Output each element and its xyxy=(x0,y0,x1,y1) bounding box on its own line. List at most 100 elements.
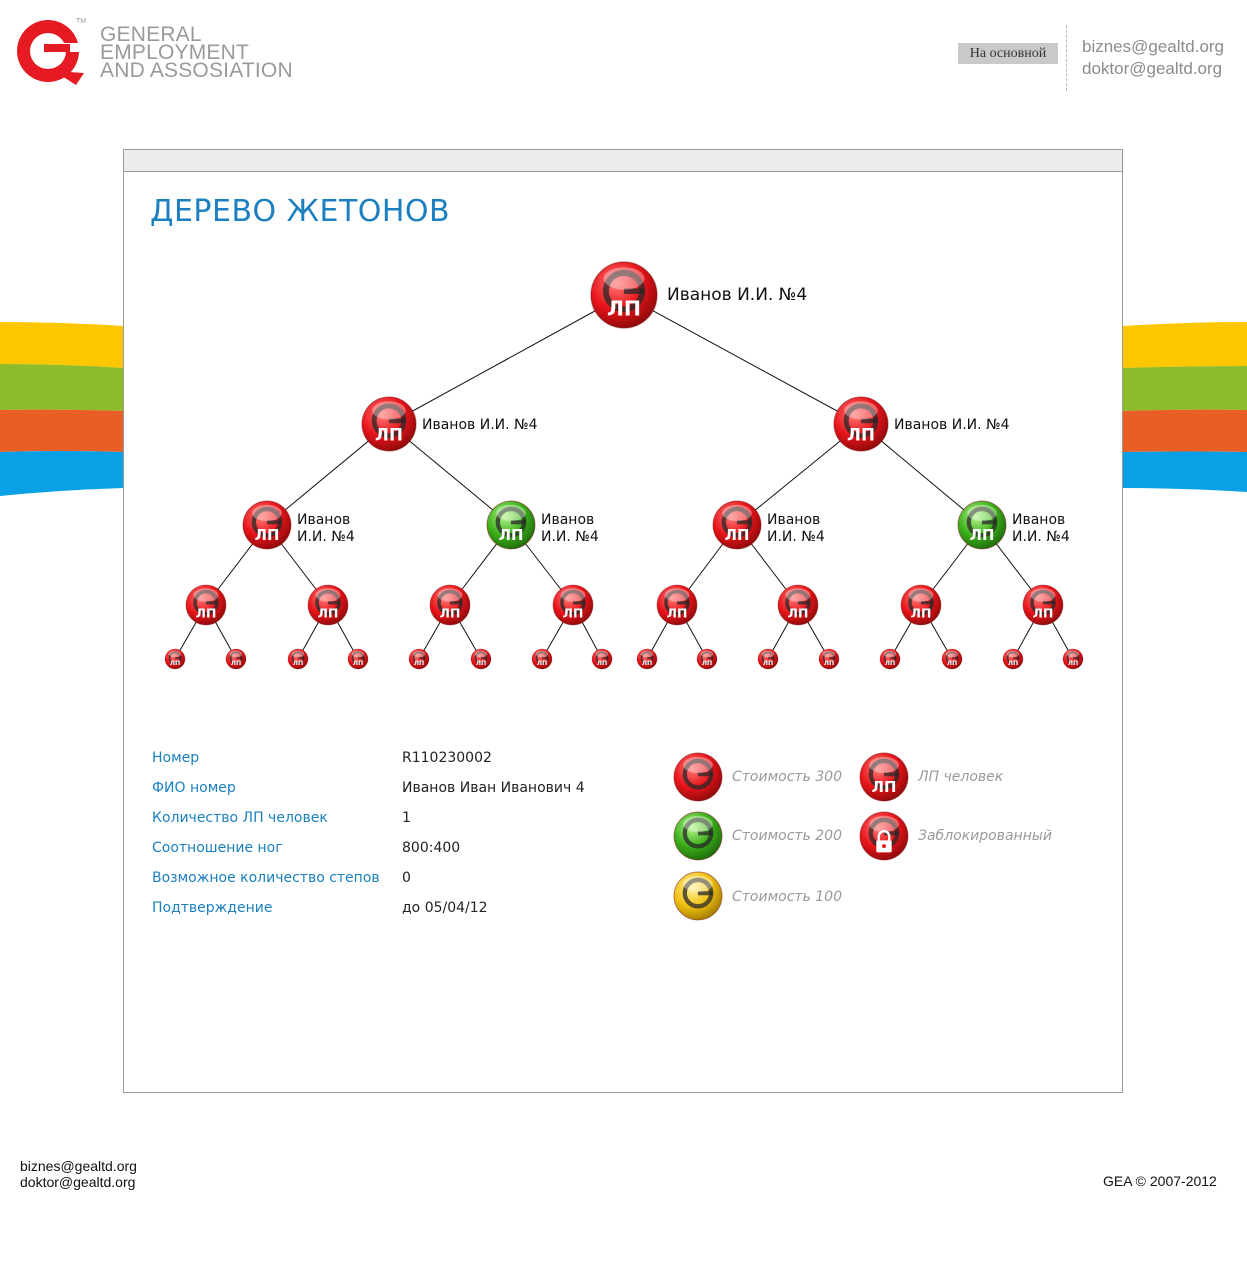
legend-text-cost-100: Стоимость 100 xyxy=(732,889,842,905)
token-lp-text: ЛП xyxy=(414,660,424,667)
token-lp-text: ЛП xyxy=(970,526,995,544)
main-panel: ДЕРЕВО ЖЕТОНОВ ЛП Иванов И.И. №4 ЛП Иванов … xyxy=(123,149,1123,1093)
token-lp-text: ЛП xyxy=(763,660,773,667)
token-lp-text: ЛП xyxy=(563,605,584,620)
token-lp-text: ЛП xyxy=(788,605,809,620)
token-lp-text: ЛП xyxy=(255,526,280,544)
right-stripes xyxy=(1123,322,1247,492)
gea-logo-icon[interactable]: TM xyxy=(14,15,89,90)
info-label-steps: Возможное количество степов xyxy=(152,870,380,886)
token-tree: ЛП Иванов И.И. №4 ЛП Иванов И.И. №4 ЛП Иванов… xyxy=(164,261,1084,670)
info-value-number: R110230002 xyxy=(402,750,492,766)
level1-node-label: Иванов И.И. №4 xyxy=(422,417,538,433)
level4-token-icon[interactable]: ЛП xyxy=(591,648,613,670)
legend-token-yellow-icon xyxy=(673,871,723,921)
token-lp-text: ЛП xyxy=(725,526,750,544)
level4-token-icon[interactable]: ЛП xyxy=(818,648,840,670)
level3-token-icon[interactable]: ЛП xyxy=(307,584,349,626)
level3-token-icon[interactable]: ЛП xyxy=(185,584,227,626)
token-lp-text: ЛП xyxy=(196,605,217,620)
level4-token-icon[interactable]: ЛП xyxy=(757,648,779,670)
level1-token-icon[interactable]: ЛП xyxy=(361,396,417,452)
copyright: GEA © 2007-2012 xyxy=(1103,1173,1217,1189)
root-token-icon[interactable]: ЛП xyxy=(590,261,658,329)
header-email-doktor[interactable]: doktor@gealtd.org xyxy=(1082,58,1224,80)
token-lp-text: ЛП xyxy=(1033,605,1054,620)
token-lp-text: ЛП xyxy=(375,425,403,445)
header-email-biznes[interactable]: biznes@gealtd.org xyxy=(1082,36,1224,58)
level2-node-label: Иванов xyxy=(541,512,594,528)
level4-token-icon[interactable]: ЛП xyxy=(696,648,718,670)
level4-token-icon[interactable]: ЛП xyxy=(941,648,963,670)
level3-token-icon[interactable]: ЛП xyxy=(1022,584,1064,626)
home-button[interactable]: На основной xyxy=(958,43,1058,64)
token-lp-text: ЛП xyxy=(872,778,897,796)
level4-token-icon[interactable]: ЛП xyxy=(531,648,553,670)
tree-connector xyxy=(623,294,862,425)
level2-node-label: Иванов xyxy=(767,512,820,528)
token-lp-text: ЛП xyxy=(318,605,339,620)
level3-token-icon[interactable]: ЛП xyxy=(656,584,698,626)
footer-emails: biznes@gealtd.org doktor@gealtd.org xyxy=(20,1158,137,1190)
footer-email-doktor[interactable]: doktor@gealtd.org xyxy=(20,1174,137,1190)
level2-token-icon[interactable]: ЛП xyxy=(957,500,1007,550)
legend-token-red-icon xyxy=(673,752,723,802)
level2-node-label: Иванов xyxy=(297,512,350,528)
token-lp-text: ЛП xyxy=(1068,660,1078,667)
token-lp-text: ЛП xyxy=(607,296,641,320)
level2-token-icon[interactable]: ЛП xyxy=(486,500,536,550)
level3-token-icon[interactable]: ЛП xyxy=(777,584,819,626)
header-emails: biznes@gealtd.org doktor@gealtd.org xyxy=(1082,36,1224,80)
info-value-confirmation: до 05/04/12 xyxy=(402,900,488,916)
token-lp-text: ЛП xyxy=(702,660,712,667)
info-value-fio: Иванов Иван Иванович 4 xyxy=(402,780,585,796)
level4-token-icon[interactable]: ЛП xyxy=(164,648,186,670)
level4-token-icon[interactable]: ЛП xyxy=(287,648,309,670)
level4-token-icon[interactable]: ЛП xyxy=(347,648,369,670)
token-lp-text: ЛП xyxy=(947,660,957,667)
token-lp-text: ЛП xyxy=(667,605,688,620)
legend-text-cost-300: Стоимость 300 xyxy=(732,769,842,785)
token-lp-text: ЛП xyxy=(537,660,547,667)
level4-token-icon[interactable]: ЛП xyxy=(636,648,658,670)
level4-token-icon[interactable]: ЛП xyxy=(408,648,430,670)
level2-node-label: И.И. №4 xyxy=(1012,529,1070,545)
logo-line-3: AND ASSOSIATION xyxy=(100,59,293,82)
token-lp-text: ЛП xyxy=(642,660,652,667)
token-lp-text: ЛП xyxy=(885,660,895,667)
level2-token-icon[interactable]: ЛП xyxy=(712,500,762,550)
left-stripes xyxy=(0,322,124,496)
level3-token-icon[interactable]: ЛП xyxy=(429,584,471,626)
token-lp-text: ЛП xyxy=(847,425,875,445)
token-lp-text: ЛП xyxy=(1008,660,1018,667)
footer-email-biznes[interactable]: biznes@gealtd.org xyxy=(20,1158,137,1174)
level4-token-icon[interactable]: ЛП xyxy=(225,648,247,670)
level2-node-label: И.И. №4 xyxy=(541,529,599,545)
token-lp-text: ЛП xyxy=(440,605,461,620)
info-label-confirmation: Подтверждение xyxy=(152,900,273,916)
level4-token-icon[interactable]: ЛП xyxy=(1002,648,1024,670)
info-label-fio: ФИО номер xyxy=(152,780,236,796)
level4-token-icon[interactable]: ЛП xyxy=(879,648,901,670)
token-lp-text: ЛП xyxy=(499,526,524,544)
level2-token-icon[interactable]: ЛП xyxy=(242,500,292,550)
info-label-number: Номер xyxy=(152,750,200,766)
legend-text-locked: Заблокированный xyxy=(918,828,1052,844)
level4-token-icon[interactable]: ЛП xyxy=(470,648,492,670)
info-label-lp-count: Количество ЛП человек xyxy=(152,810,328,826)
logo-text: GENERAL EMPLOYMENT AND ASSOSIATION xyxy=(100,24,293,82)
level3-token-icon[interactable]: ЛП xyxy=(552,584,594,626)
info-value-steps: 0 xyxy=(402,870,411,886)
token-lp-text: ЛП xyxy=(231,660,241,667)
level3-token-icon[interactable]: ЛП xyxy=(900,584,942,626)
info-value-legs-ratio: 800:400 xyxy=(402,840,461,856)
level2-node-label: Иванов xyxy=(1012,512,1065,528)
level1-token-icon[interactable]: ЛП xyxy=(833,396,889,452)
level4-token-icon[interactable]: ЛП xyxy=(1062,648,1084,670)
token-lp-text: ЛП xyxy=(824,660,834,667)
legend-token-lp-icon: ЛП xyxy=(859,752,909,802)
info-value-lp-count: 1 xyxy=(402,810,411,826)
info-label-legs-ratio: Соотношение ног xyxy=(152,840,283,856)
logo-tm: TM xyxy=(76,18,86,25)
token-lp-text: ЛП xyxy=(293,660,303,667)
